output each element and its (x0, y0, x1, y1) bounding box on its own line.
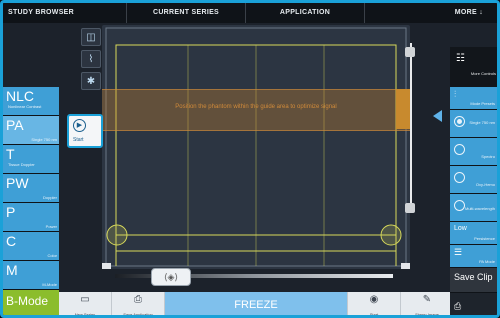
mode-pw-label: PW (6, 175, 29, 191)
stamp-image-button[interactable]: ✎ Stamp Image (401, 292, 453, 317)
gain-slider-thumb[interactable]: ⟨◈⟩ (151, 268, 191, 286)
mode-color[interactable]: C Color (3, 232, 59, 261)
save-clip-label: Save Clip (454, 272, 493, 282)
guide-handle-right[interactable] (380, 224, 402, 246)
mode-b-mode[interactable]: B-Mode (3, 290, 59, 315)
mode-t-sub: Tissue Doppler (8, 162, 35, 167)
persistence-value: Low (454, 225, 467, 232)
save-clip-button[interactable]: Save Clip (450, 268, 497, 293)
mode-c-sub: Color (47, 253, 57, 258)
mode-p-sub: Power (45, 224, 57, 229)
mode-pw-sub: Doppler (42, 195, 57, 200)
stamp-icon: ✎ (422, 294, 432, 305)
save-application-label: Save Application (123, 312, 153, 317)
preset-oxy-hemo-label: Oxy-Hemo (475, 182, 495, 187)
preset-spectro-label: Spectro (481, 154, 495, 159)
depth-handle-bottom[interactable] (405, 203, 415, 213)
mode-presets-button[interactable]: ⫶ Mode Presets (450, 87, 497, 110)
mode-m-mode[interactable]: M M-Mode (3, 261, 59, 290)
mode-b-label: B-Mode (6, 294, 49, 308)
sliders-icon: ⫶ (454, 89, 457, 99)
cube-icon[interactable]: ◫ (81, 28, 101, 46)
preset-spectro[interactable]: Spectro (450, 138, 497, 166)
radio-icon (454, 144, 465, 155)
save-printer-icon: ⎙ (134, 294, 142, 305)
preset-multi-wavelength-label: Multi-wavelength (464, 206, 495, 211)
preset-oxy-hemo[interactable]: Oxy-Hemo (450, 166, 497, 194)
radio-selected-icon (454, 116, 465, 127)
more-controls-button[interactable]: ☷ More Controls (450, 47, 497, 87)
new-series-label: New Series (74, 312, 96, 317)
mode-p-label: P (6, 204, 16, 220)
right-control-panel: ☷ More Controls ⫶ Mode Presets Single 75… (450, 47, 497, 315)
start-button[interactable]: ▶ Start (67, 114, 103, 148)
mode-pw-doppler[interactable]: PW Doppler (3, 174, 59, 203)
list-icon: ☰ (454, 247, 463, 257)
bottom-toolbar: ▭ New Series ⎙ Save Application FREEZE ◉… (59, 292, 453, 317)
preset-single-750-label: Single 750 nm (469, 120, 495, 125)
save-clip-icon: ⎙ (454, 301, 462, 311)
preset-single-750[interactable]: Single 750 nm (450, 110, 497, 138)
persistence-control[interactable]: Low Persistence (450, 222, 497, 245)
target-icon[interactable]: ✱ (81, 72, 101, 90)
grid-menu-icon: ☷ (456, 53, 465, 64)
mode-nlc-sub: Nonlinear Contrast (8, 104, 42, 109)
mode-tissue-doppler[interactable]: T Tissue Doppler (3, 145, 59, 174)
play-circle-icon: ◉ (369, 294, 379, 305)
mode-m-label: M (6, 262, 18, 278)
mode-m-sub: M-Mode (42, 282, 57, 287)
save-application-button[interactable]: ⎙ Save Application (112, 292, 165, 317)
mode-c-label: C (6, 233, 17, 249)
stamp-image-label: Stamp Image (415, 312, 439, 317)
tab-more-label: MORE (454, 9, 477, 16)
tab-application[interactable]: APPLICATION (246, 3, 365, 23)
mode-selector-column: NLC Nonlinear Contrast PA Single 750 nm … (3, 87, 59, 315)
play-icon: ▶ (73, 119, 86, 132)
pa-mode-label: PA Mode (479, 259, 495, 264)
app-frame: STUDY BROWSER CURRENT SERIES APPLICATION… (0, 0, 500, 318)
tab-current-series[interactable]: CURRENT SERIES (127, 3, 246, 23)
more-controls-label: More Controls (470, 71, 496, 76)
chevron-left-icon[interactable] (433, 110, 442, 122)
depth-handle[interactable] (405, 43, 417, 273)
depth-handle-line (410, 43, 412, 213)
radio-icon (454, 200, 465, 211)
mode-presets-label: Mode Presets (470, 101, 495, 106)
chevron-down-icon: ↓ (479, 9, 483, 16)
depth-handle-top[interactable] (405, 47, 415, 57)
mode-pa[interactable]: PA Single 750 nm (3, 116, 59, 145)
start-bottom-label: Start (369, 312, 379, 317)
preset-multi-wavelength[interactable]: Multi-wavelength (450, 194, 497, 222)
new-document-icon: ▭ (80, 294, 90, 305)
save-clip-icon-button[interactable]: ⎙ (450, 293, 497, 315)
tab-study-browser[interactable]: STUDY BROWSER (3, 3, 127, 23)
guide-instruction-text: Position the phantom within the guide ar… (175, 104, 337, 110)
gain-slider[interactable]: ⟨◈⟩ (115, 268, 393, 286)
mode-nlc-label: NLC (6, 88, 35, 104)
guide-handle-left[interactable] (106, 224, 128, 246)
start-label: Start (73, 137, 84, 143)
pulse-icon[interactable]: ⌇ (81, 50, 101, 68)
pa-mode-button[interactable]: ☰ PA Mode (450, 245, 497, 268)
radio-icon (454, 172, 465, 183)
orange-guide-band (102, 89, 410, 131)
mode-pa-sub: Single 750 nm (31, 137, 57, 142)
mode-nlc[interactable]: NLC Nonlinear Contrast (3, 87, 59, 116)
mode-pa-label: PA (6, 117, 24, 133)
mode-t-label: T (6, 146, 15, 162)
freeze-button[interactable]: FREEZE (165, 292, 348, 315)
tab-more[interactable]: MORE ↓ (365, 3, 497, 23)
guide-overlay (102, 27, 410, 269)
persistence-label: Persistence (474, 236, 495, 241)
mode-power[interactable]: P Power (3, 203, 59, 232)
start-bottom-button[interactable]: ◉ Start (348, 292, 401, 317)
top-navigation-bar: STUDY BROWSER CURRENT SERIES APPLICATION… (3, 3, 497, 23)
new-series-button[interactable]: ▭ New Series (59, 292, 112, 317)
ultrasound-image-area[interactable] (102, 25, 410, 269)
